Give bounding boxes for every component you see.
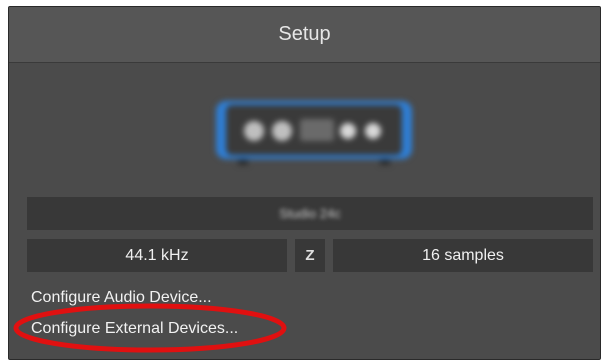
- panel-title: Setup: [9, 7, 600, 63]
- buffer-size-field[interactable]: 16 samples: [333, 239, 593, 272]
- z-latency-icon[interactable]: Z: [295, 239, 325, 272]
- configure-external-devices-link[interactable]: Configure External Devices...: [31, 320, 238, 338]
- audio-interface-icon: [216, 101, 412, 165]
- device-name-label: Studio 24c: [279, 206, 341, 221]
- configure-audio-device-link[interactable]: Configure Audio Device...: [31, 289, 212, 307]
- audio-settings-row: 44.1 kHz Z 16 samples: [27, 239, 593, 272]
- device-name-field[interactable]: Studio 24c: [27, 197, 593, 230]
- setup-panel: Setup Studio 24c 44.1 kHz Z 16 samples C…: [8, 6, 601, 360]
- sample-rate-field[interactable]: 44.1 kHz: [27, 239, 287, 272]
